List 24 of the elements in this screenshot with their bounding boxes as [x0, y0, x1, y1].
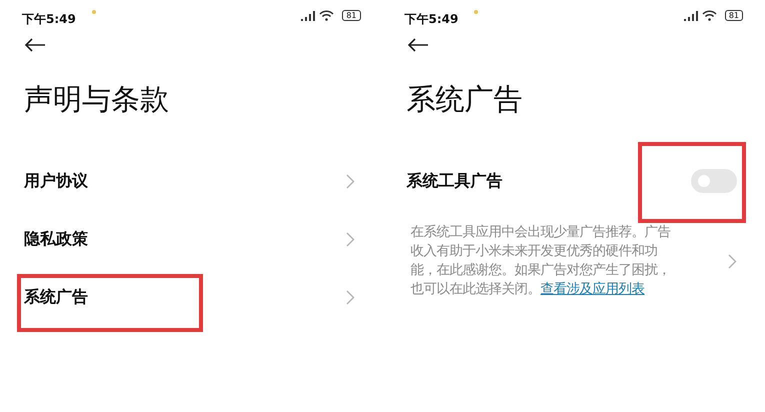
settings-row[interactable]: 用户协议	[0, 152, 382, 210]
notification-dot-icon	[474, 10, 478, 14]
description-text: 在系统工具应用中会出现少量广告推荐。广告收入有助于小米未来开发更优秀的硬件和功能，在此感谢您。如果广告对您产生了困扰，也可以在此选择关闭。查看涉及应用列表	[410, 224, 672, 299]
chevron-icon	[346, 232, 354, 246]
back-arrow-icon[interactable]	[24, 38, 46, 52]
status-time: 下午5:49	[404, 11, 458, 28]
settings-row[interactable]: 隐私政策	[0, 210, 382, 268]
signal-icon	[301, 10, 316, 20]
wifi-icon	[319, 10, 334, 21]
setting-label: 系统工具广告	[406, 170, 502, 192]
page-title: 系统广告	[406, 82, 522, 116]
page-title: 声明与条款	[24, 82, 169, 116]
battery-icon: 81	[724, 10, 743, 21]
wifi-icon	[702, 10, 717, 21]
back-arrow-icon[interactable]	[406, 38, 428, 52]
battery-icon: 81	[342, 10, 360, 21]
status-time: 下午5:49	[22, 11, 76, 28]
settings-row[interactable]: 系统广告	[0, 268, 382, 326]
chevron-icon	[346, 290, 354, 304]
signal-icon	[684, 10, 698, 20]
app-list-link[interactable]: 查看涉及应用列表	[540, 282, 644, 297]
chevron-icon	[346, 174, 354, 188]
notification-dot-icon	[92, 10, 96, 14]
toggle-switch[interactable]	[691, 169, 737, 193]
